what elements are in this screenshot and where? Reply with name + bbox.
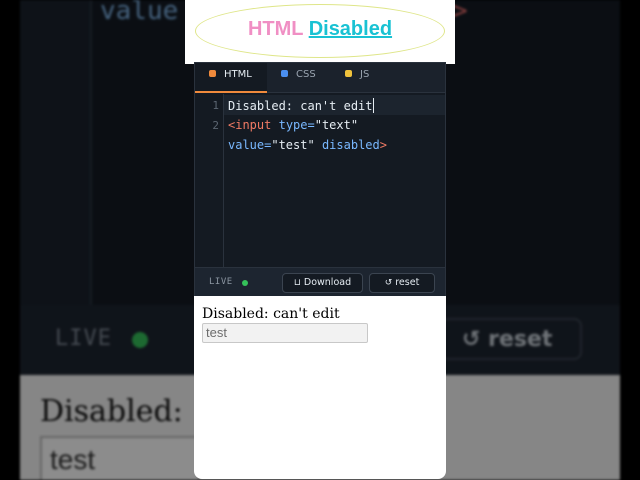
title-banner: HTML Disabled bbox=[185, 0, 455, 64]
bg-code-fragment: value bbox=[100, 0, 179, 26]
download-label: Download bbox=[303, 277, 352, 288]
code-attr-value: value= bbox=[228, 138, 272, 152]
code-tag-close: > bbox=[379, 138, 387, 152]
line-gutter: 1 2 bbox=[195, 94, 224, 267]
bg-preview-input: test bbox=[40, 436, 200, 480]
title-part-2: Disabled bbox=[308, 18, 393, 40]
text-caret bbox=[372, 98, 374, 113]
bg-gutter bbox=[20, 0, 92, 305]
editor-tabs: HTML CSS JS bbox=[195, 63, 445, 93]
tab-css[interactable]: CSS bbox=[281, 63, 316, 93]
tab-js-label: JS bbox=[360, 69, 370, 80]
bg-preview-text: Disabled: bbox=[40, 394, 183, 429]
code-text: Disabled: can't edit bbox=[228, 99, 373, 113]
code-val-value: "test" bbox=[271, 138, 315, 152]
bg-reset-button: ↺ reset bbox=[440, 318, 582, 360]
css-square-icon bbox=[281, 70, 288, 77]
tab-html-label: HTML bbox=[224, 69, 252, 80]
live-label: LIVE bbox=[209, 277, 233, 287]
code-line-2-wrap[interactable]: value="test" disabled> bbox=[228, 138, 387, 152]
bg-live-dot bbox=[132, 332, 148, 348]
tab-html[interactable]: HTML bbox=[195, 63, 267, 93]
js-square-icon bbox=[345, 70, 352, 77]
code-line-1[interactable]: Disabled: can't edit bbox=[228, 98, 374, 113]
page-title: HTML Disabled bbox=[185, 18, 455, 41]
preview-disabled-input: test bbox=[202, 323, 368, 343]
title-part-1: HTML bbox=[247, 18, 304, 40]
bg-reset-icon: ↺ bbox=[462, 327, 489, 352]
download-button[interactable]: ⊔ Download bbox=[282, 273, 363, 293]
code-tag-open: <input bbox=[228, 118, 272, 132]
live-status-dot bbox=[242, 280, 248, 286]
code-val-type: "text" bbox=[314, 118, 359, 132]
code-attr-type: type= bbox=[278, 118, 315, 132]
line-number: 2 bbox=[212, 119, 219, 132]
line-number: 1 bbox=[212, 99, 219, 112]
editor-statusbar: LIVE ⊔ Download ↺ reset bbox=[195, 267, 445, 297]
bg-reset-label: reset bbox=[488, 327, 553, 352]
download-icon: ⊔ bbox=[293, 278, 301, 288]
live-preview: Disabled: can't edit test bbox=[194, 296, 446, 479]
reset-button[interactable]: ↺ reset bbox=[369, 273, 435, 293]
main-panel: HTML Disabled HTML CSS JS 1 2 Disabled: … bbox=[185, 0, 455, 480]
html-square-icon bbox=[209, 70, 216, 77]
preview-text: Disabled: can't edit bbox=[202, 306, 340, 322]
reset-icon: ↺ bbox=[384, 278, 393, 288]
code-editor: HTML CSS JS 1 2 Disabled: can't edit <in… bbox=[194, 62, 446, 297]
bg-live-label: LIVE bbox=[55, 326, 112, 351]
code-attr-disabled: disabled bbox=[321, 138, 380, 152]
code-line-2[interactable]: <input type="text" bbox=[228, 118, 358, 132]
tab-css-label: CSS bbox=[296, 69, 316, 80]
tab-js[interactable]: JS bbox=[345, 63, 369, 93]
reset-label: reset bbox=[395, 277, 420, 288]
